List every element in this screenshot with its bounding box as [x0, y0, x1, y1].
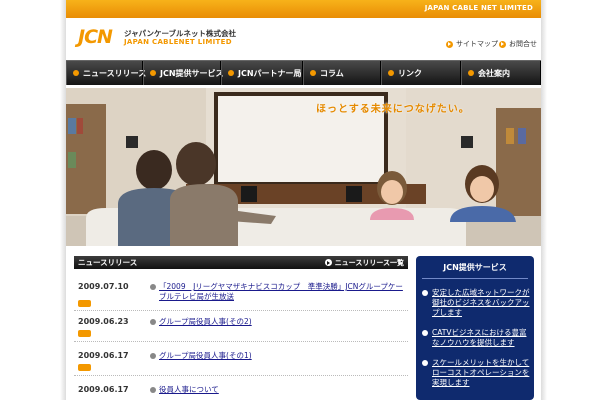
services-divider	[422, 278, 528, 279]
logo-company-en: JAPAN CABLENET LIMITED	[124, 38, 232, 46]
hero-caption: ほっとする未来につなげたい。	[316, 104, 470, 115]
arrow-circle-icon	[446, 40, 453, 48]
nav-bullet-icon	[468, 70, 474, 76]
category-badge-icon	[78, 330, 91, 337]
arrow-circle-icon	[499, 40, 506, 48]
logo-mark: JCN	[78, 26, 113, 48]
nav-bullet-icon	[73, 70, 79, 76]
nav-bullet-icon	[310, 70, 316, 76]
nav-bullet-icon	[388, 70, 394, 76]
news-item: 2009.07.10 「2009 Jリーグヤマザキナビスコカップ 準準決勝」JC…	[74, 282, 408, 312]
category-badge-icon	[78, 364, 91, 371]
news-section-header: ニュースリリース ニュースリリース一覧	[74, 256, 408, 269]
bullet-icon	[422, 290, 428, 296]
nav-item-links[interactable]: リンク	[381, 61, 461, 85]
sitemap-link[interactable]: サイトマップ	[446, 39, 498, 49]
service-item[interactable]: スケールメリットを生かしてローコストオペレーションを実現します	[422, 358, 530, 388]
category-badge-icon	[78, 300, 91, 307]
contact-link[interactable]: お問合せ	[499, 39, 537, 49]
page-container: JAPAN CABLE NET LIMITED JCN ジャパンケーブルネット株…	[66, 0, 541, 400]
service-item[interactable]: CATVビジネスにおける豊富なノウハウを提供します	[422, 328, 530, 350]
news-date: 2009.06.23	[78, 317, 129, 326]
news-divider	[74, 310, 408, 311]
news-item: 2009.06.17 グループ局役員人事(その1)	[74, 351, 408, 377]
nav-item-partners[interactable]: JCNパートナー局	[221, 61, 303, 85]
news-date: 2009.06.17	[78, 385, 129, 394]
news-list-link[interactable]: ニュースリリース一覧	[324, 258, 404, 268]
news-date: 2009.07.10	[78, 282, 129, 291]
news-divider	[74, 341, 408, 342]
nav-item-news[interactable]: ニュースリリース	[66, 61, 146, 85]
arrow-circle-icon	[150, 319, 156, 325]
nav-item-services[interactable]: JCN提供サービス	[143, 61, 224, 85]
nav-bullet-icon	[228, 70, 234, 76]
hero-image: ほっとする未来につなげたい。	[66, 88, 541, 246]
news-section-title: ニュースリリース	[78, 258, 138, 267]
arrow-circle-icon	[150, 284, 156, 290]
news-link[interactable]: グループ局役員人事(その2)	[159, 317, 404, 327]
news-link[interactable]: 役員人事について	[159, 385, 404, 395]
global-nav: ニュースリリース JCN提供サービス JCNパートナー局 コラム リンク 会社案…	[66, 60, 541, 85]
services-panel: JCN提供サービス 安定した広域ネットワークが御社のビジネスをバックアップします…	[416, 256, 534, 400]
news-item: 2009.06.23 グループ局役員人事(その2)	[74, 317, 408, 343]
news-link[interactable]: 「2009 Jリーグヤマザキナビスコカップ 準準決勝」JCNグループケーブルテレ…	[159, 282, 404, 302]
news-divider	[74, 375, 408, 376]
news-date: 2009.06.17	[78, 351, 129, 360]
arrow-circle-icon	[324, 259, 332, 266]
services-title: JCN提供サービス	[443, 263, 507, 272]
news-link[interactable]: グループ局役員人事(その1)	[159, 351, 404, 361]
bullet-icon	[422, 330, 428, 336]
service-item[interactable]: 安定した広域ネットワークが御社のビジネスをバックアップします	[422, 288, 530, 318]
nav-bullet-icon	[150, 70, 156, 76]
arrow-circle-icon	[150, 387, 156, 393]
arrow-circle-icon	[150, 353, 156, 359]
nav-item-company[interactable]: 会社案内	[461, 61, 541, 85]
top-bar: JAPAN CABLE NET LIMITED	[66, 0, 541, 18]
news-item: 2009.06.17 役員人事について	[74, 385, 408, 399]
bullet-icon	[422, 360, 428, 366]
page-shadow-right	[541, 0, 547, 400]
top-bar-text: JAPAN CABLE NET LIMITED	[424, 4, 533, 12]
site-header: JCN ジャパンケーブルネット株式会社 JAPAN CABLENET LIMIT…	[66, 18, 541, 58]
nav-item-column[interactable]: コラム	[303, 61, 381, 85]
